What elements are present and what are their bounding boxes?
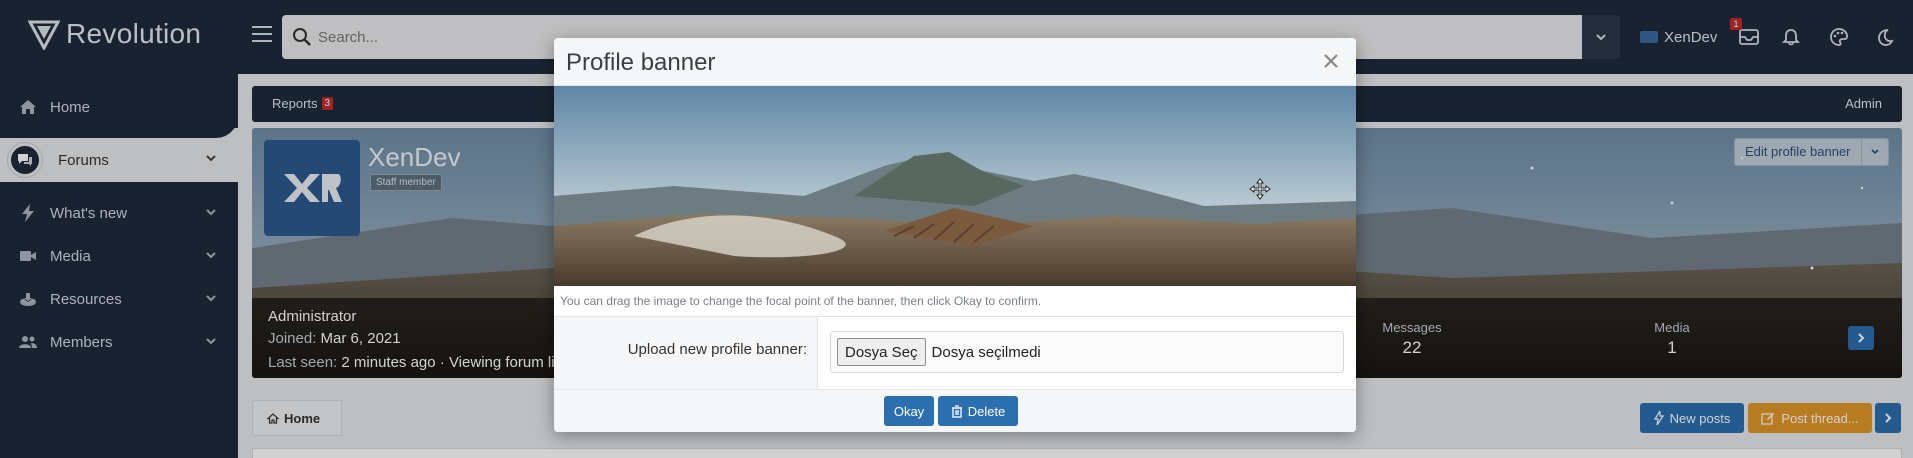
modal-footer: Okay Delete — [554, 390, 1356, 432]
upload-label: Upload new profile banner: — [627, 341, 807, 358]
modal-header: Profile banner — [554, 38, 1356, 86]
mountain-landscape-image — [554, 86, 1356, 286]
trash-icon — [951, 404, 962, 418]
okay-button[interactable]: Okay — [884, 396, 934, 426]
file-status-text: Dosya seçilmedi — [931, 343, 1041, 361]
choose-file-button[interactable]: Dosya Seç — [837, 338, 926, 366]
form-label-column: Upload new profile banner: — [554, 317, 818, 389]
close-icon[interactable] — [1318, 48, 1344, 74]
drag-hint-text: You can drag the image to change the foc… — [560, 294, 1042, 308]
profile-banner-modal: Profile banner You can drag the image to… — [554, 38, 1356, 432]
upload-form-row: Upload new profile banner: Dosya Seç Dos… — [554, 316, 1356, 390]
banner-preview[interactable] — [554, 86, 1356, 286]
modal-title: Profile banner — [566, 49, 716, 76]
delete-label: Delete — [967, 403, 1006, 419]
file-upload-field[interactable]: Dosya Seç Dosya seçilmedi — [830, 331, 1344, 373]
move-cursor-icon — [1249, 178, 1271, 200]
delete-button[interactable]: Delete — [938, 396, 1018, 426]
